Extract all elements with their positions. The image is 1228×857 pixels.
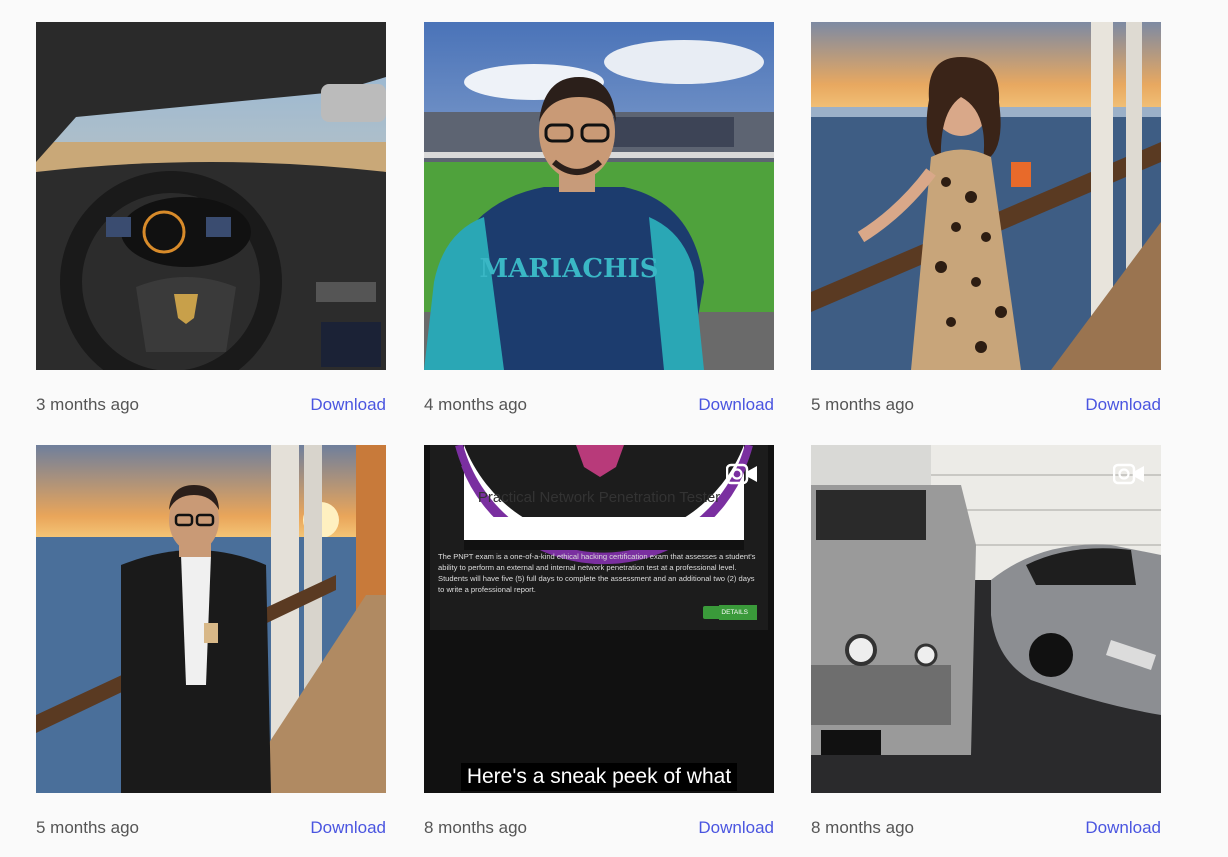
download-link[interactable]: Download [310, 817, 386, 839]
download-link[interactable]: Download [310, 394, 386, 416]
download-link[interactable]: Download [698, 817, 774, 839]
details-button: DETAILS [703, 606, 756, 619]
media-thumbnail[interactable] [811, 22, 1161, 370]
pnpt-title: Practical Network Penetration Tester [477, 489, 721, 506]
svg-text:MARIACHIS: MARIACHIS [479, 254, 658, 284]
media-card: MARIACHIS 4 months ago Download [424, 22, 774, 416]
media-card: Practical Network Penetration Tester The… [424, 445, 774, 839]
media-meta: 8 months ago Download [811, 817, 1161, 839]
baseball-portrait-image: MARIACHIS [424, 22, 774, 370]
media-card: 5 months ago Download [36, 445, 386, 839]
download-link[interactable]: Download [1085, 394, 1161, 416]
media-card: 8 months ago Download [811, 445, 1161, 839]
upload-age: 3 months ago [36, 395, 140, 414]
woman-on-ship-image [811, 22, 1161, 370]
man-on-ship-image [36, 445, 386, 793]
upload-age: 8 months ago [424, 818, 528, 837]
download-link[interactable]: Download [1085, 817, 1161, 839]
upload-age: 5 months ago [811, 395, 915, 414]
media-thumbnail[interactable] [36, 22, 386, 370]
media-meta: 4 months ago Download [424, 394, 774, 416]
upload-age: 5 months ago [36, 818, 140, 837]
media-meta: 3 months ago Download [36, 394, 386, 416]
media-meta: 8 months ago Download [424, 817, 774, 839]
media-card: 5 months ago Download [811, 22, 1161, 416]
media-thumbnail[interactable] [811, 445, 1161, 793]
media-meta: 5 months ago Download [811, 394, 1161, 416]
car-interior-image [36, 22, 386, 370]
caption-text: Here's a sneak peek of what [460, 763, 738, 791]
media-thumbnail[interactable]: MARIACHIS [424, 22, 774, 370]
upload-age: 4 months ago [424, 395, 528, 414]
media-meta: 5 months ago Download [36, 817, 386, 839]
media-card: 3 months ago Download [36, 22, 386, 416]
media-grid: 3 months ago Download MARIACHIS 4 months… [0, 0, 1228, 857]
video-caption: Here's a sneak peek of what [424, 763, 774, 791]
pnpt-description: The PNPT exam is a one-of-a-kind ethical… [438, 552, 756, 594]
media-thumbnail[interactable]: Practical Network Penetration Tester The… [424, 445, 774, 793]
video-camera-icon [726, 463, 757, 485]
media-thumbnail[interactable] [36, 445, 386, 793]
video-camera-icon [1113, 463, 1144, 485]
upload-age: 8 months ago [811, 818, 915, 837]
garage-cars-image [811, 445, 1161, 793]
download-link[interactable]: Download [698, 394, 774, 416]
